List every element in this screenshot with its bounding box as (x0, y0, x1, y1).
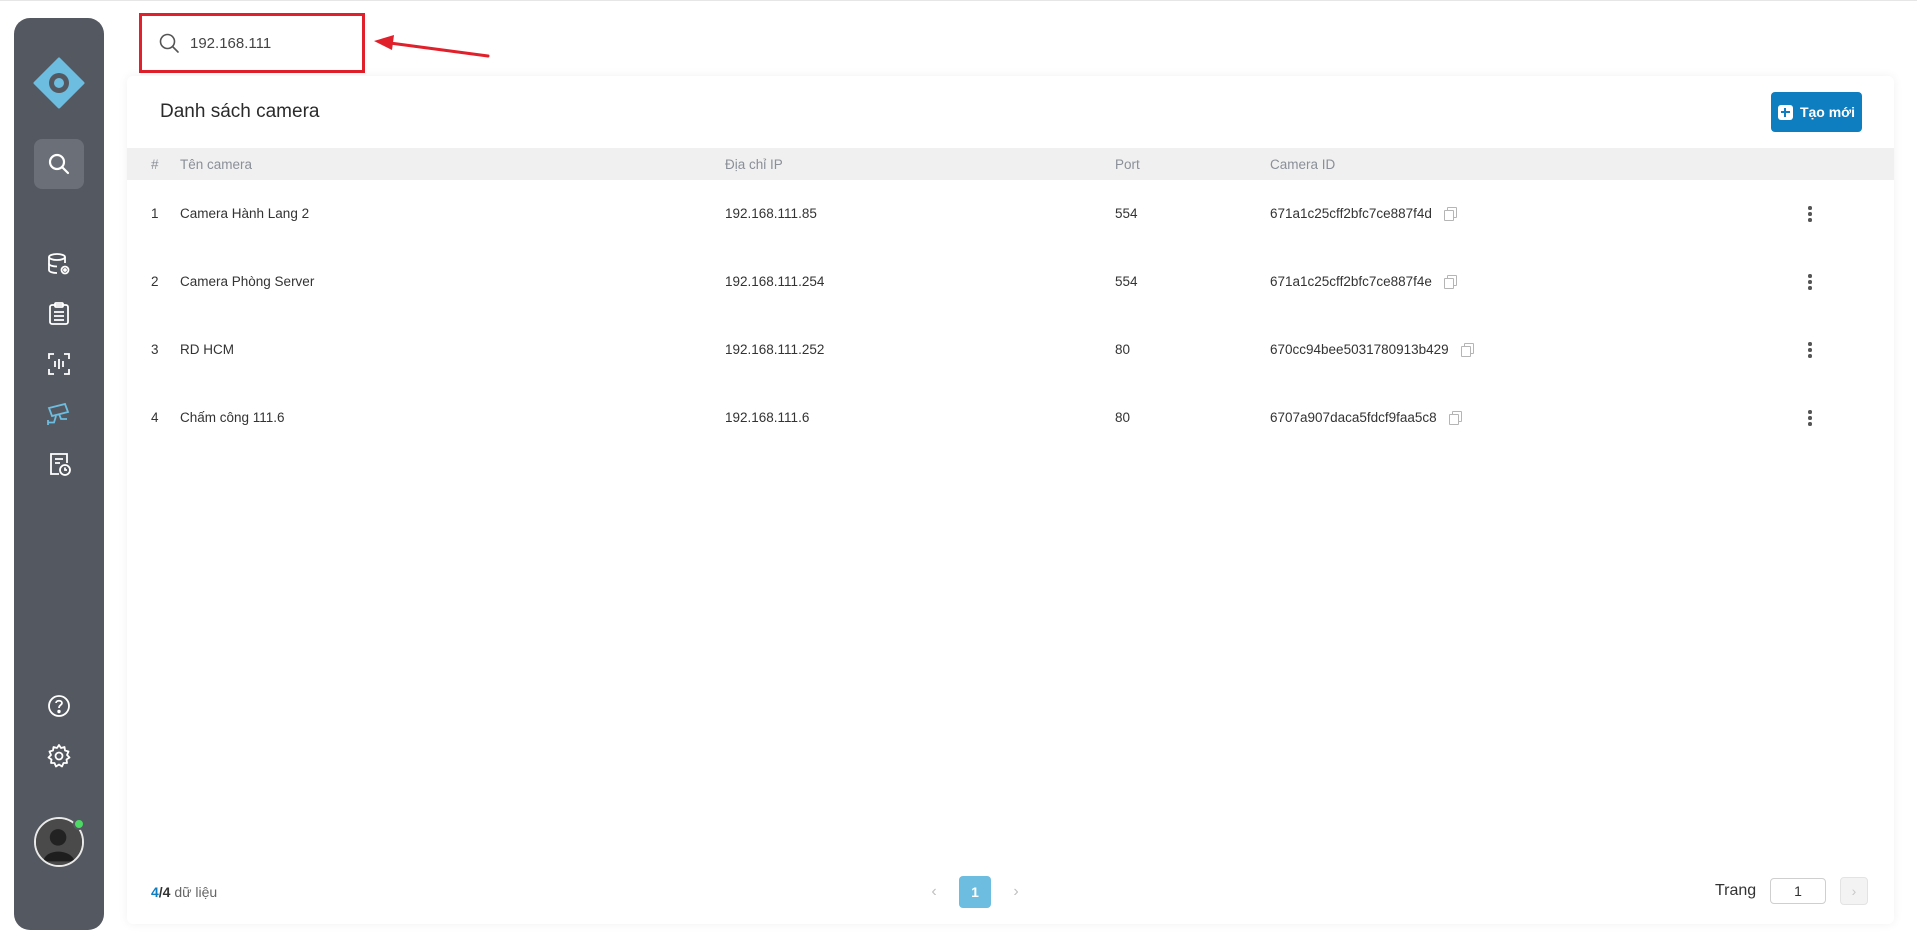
search-icon (159, 33, 179, 53)
record-count-suffix: dữ liệu (174, 884, 218, 900)
camera-list-card: Danh sách camera Tạo mới # Tên camera Đị… (127, 76, 1894, 924)
sidebar-item-database[interactable] (34, 239, 84, 289)
page-jump-next-button[interactable]: › (1840, 877, 1868, 905)
copy-icon[interactable] (1460, 343, 1474, 357)
next-page-icon[interactable]: › (1009, 884, 1023, 900)
camera-ip: 192.168.111.85 (725, 206, 817, 221)
search-icon (48, 153, 70, 175)
sidebar-item-face-scan[interactable] (34, 339, 84, 389)
column-camera-id[interactable]: Camera ID (1270, 157, 1335, 172)
pagination: ‹ 1 › (927, 876, 1023, 908)
camera-ip: 192.168.111.254 (725, 274, 825, 289)
more-options-icon[interactable] (1808, 342, 1812, 358)
camera-id: 671a1c25cff2bfc7ce887f4e (1270, 274, 1432, 289)
camera-id-cell: 670cc94bee5031780913b429 (1270, 342, 1474, 357)
row-index: 2 (151, 274, 159, 289)
plus-icon (1777, 104, 1793, 120)
camera-port: 80 (1115, 342, 1131, 357)
table-row[interactable]: 2 Camera Phòng Server 192.168.111.254 55… (127, 248, 1894, 316)
camera-ip: 192.168.111.252 (725, 342, 825, 357)
camera-name: RD HCM (180, 342, 234, 357)
sidebar-item-search[interactable] (34, 139, 84, 189)
camera-port: 554 (1115, 274, 1138, 289)
more-options-icon[interactable] (1808, 206, 1812, 222)
column-name[interactable]: Tên camera (180, 157, 252, 172)
annotation-arrow (374, 35, 490, 58)
column-port[interactable]: Port (1115, 157, 1140, 172)
clipboard-list-icon (49, 302, 69, 325)
camera-id: 6707a907daca5fdcf9faa5c8 (1270, 410, 1437, 425)
camera-name: Chấm công 111.6 (180, 410, 285, 425)
copy-icon[interactable] (1443, 207, 1457, 221)
sidebar-item-cameras[interactable] (34, 389, 84, 439)
camera-name: Camera Hành Lang 2 (180, 206, 310, 221)
row-index: 3 (151, 342, 159, 357)
camera-port: 80 (1115, 410, 1131, 425)
create-button[interactable]: Tạo mới (1771, 92, 1862, 132)
cctv-camera-icon (47, 402, 70, 425)
logo-icon[interactable] (33, 57, 85, 109)
search-bar[interactable] (150, 23, 355, 63)
sidebar-item-clipboard[interactable] (34, 289, 84, 339)
face-scan-icon (48, 353, 70, 375)
more-options-icon[interactable] (1808, 410, 1812, 426)
sidebar-item-settings[interactable] (34, 731, 84, 781)
copy-icon[interactable] (1443, 275, 1457, 289)
sidebar (14, 18, 104, 930)
row-index: 1 (151, 206, 159, 221)
camera-name: Camera Phòng Server (180, 274, 315, 289)
page-number-button[interactable]: 1 (959, 876, 991, 908)
table-row[interactable]: 4 Chấm công 111.6 192.168.111.6 80 6707a… (127, 384, 1894, 452)
create-button-label: Tạo mới (1799, 104, 1856, 120)
sidebar-item-reports[interactable] (34, 439, 84, 489)
camera-port: 554 (1115, 206, 1138, 221)
camera-ip: 192.168.111.6 (725, 410, 810, 425)
sidebar-item-help[interactable] (34, 681, 84, 731)
camera-id-cell: 671a1c25cff2bfc7ce887f4e (1270, 274, 1457, 289)
camera-id-cell: 671a1c25cff2bfc7ce887f4d (1270, 206, 1457, 221)
search-input[interactable] (190, 34, 340, 52)
record-count-shown: 4 (151, 884, 159, 900)
database-settings-icon (48, 253, 70, 275)
page-title: Danh sách camera (160, 101, 320, 122)
row-index: 4 (151, 410, 159, 425)
help-icon (48, 695, 70, 717)
more-options-icon[interactable] (1808, 274, 1812, 290)
record-count: 4/4 dữ liệu (151, 884, 217, 900)
page-jump-input[interactable] (1770, 878, 1826, 904)
camera-id: 670cc94bee5031780913b429 (1270, 342, 1449, 357)
table-row[interactable]: 3 RD HCM 192.168.111.252 80 670cc94bee50… (127, 316, 1894, 384)
page-jump-label: Trang (1715, 882, 1757, 899)
column-index: # (151, 157, 159, 172)
prev-page-icon[interactable]: ‹ (927, 884, 941, 900)
record-count-total: /4 (158, 884, 171, 900)
table-header: # Tên camera Địa chỉ IP Port Camera ID (127, 148, 1894, 180)
copy-icon[interactable] (1448, 411, 1462, 425)
table-row[interactable]: 1 Camera Hành Lang 2 192.168.111.85 554 … (127, 180, 1894, 248)
settings-icon (47, 744, 71, 768)
report-clock-icon (50, 453, 71, 476)
online-status-indicator (73, 818, 85, 830)
camera-id: 671a1c25cff2bfc7ce887f4d (1270, 206, 1432, 221)
camera-id-cell: 6707a907daca5fdcf9faa5c8 (1270, 410, 1462, 425)
column-ip[interactable]: Địa chỉ IP (725, 157, 783, 172)
